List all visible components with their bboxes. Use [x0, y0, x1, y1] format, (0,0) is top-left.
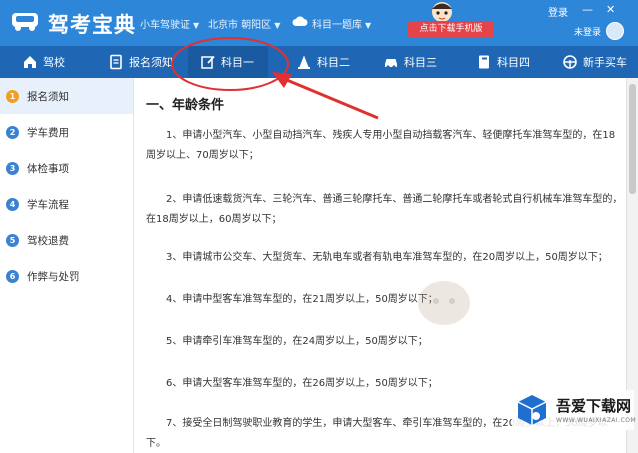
chevron-down-icon: ▼ — [365, 21, 372, 30]
sidebar-item-label: 学车费用 — [27, 126, 69, 139]
car-type-value: 小车驾驶证 — [140, 20, 190, 31]
nav-item-subject-four[interactable]: 科目四 — [476, 46, 530, 78]
nav-item-subject-one[interactable]: 科目一 — [188, 46, 268, 78]
book-icon — [476, 54, 492, 70]
sidebar-item-fees[interactable]: 2 学车费用 — [0, 114, 133, 150]
car-icon — [383, 54, 399, 70]
box-logo-icon — [517, 395, 547, 425]
sidebar-item-label: 作弊与处罚 — [27, 270, 80, 283]
nav-item-driving-school[interactable]: 驾校 — [22, 46, 65, 78]
cone-icon — [296, 54, 312, 70]
edit-icon — [200, 54, 216, 70]
watermark-mascot-icon — [418, 281, 470, 325]
article-paragraph: 2、申请低速载货汽车、三轮汽车、普通三轮摩托车、普通二轮摩托车或者轮式自行机械车… — [146, 194, 623, 225]
nav-item-label: 科目二 — [317, 56, 350, 69]
watermark-text: 吾爱下载网 — [556, 397, 632, 415]
minimize-icon[interactable]: — — [582, 3, 593, 16]
region-value: 北京市 朝阳区 — [208, 20, 272, 31]
nav-item-new-car[interactable]: 新手买车 — [562, 46, 627, 78]
cloud-icon — [292, 16, 308, 26]
sidebar: 1 报名须知 2 学车费用 3 体检事项 4 学车流程 5 驾校退费 6 作弊与… — [0, 78, 134, 453]
sidebar-item-cheating-penalty[interactable]: 6 作弊与处罚 — [0, 258, 133, 294]
sidebar-item-medical-exam[interactable]: 3 体检事项 — [0, 150, 133, 186]
user-name: 未登录 — [574, 28, 602, 38]
nav-item-label: 科目一 — [221, 56, 254, 69]
document-icon — [108, 54, 124, 70]
sidebar-item-number: 2 — [6, 125, 19, 139]
article-paragraph: 3、申请城市公交车、大型货车、无轨电车或者有轨电车准驾车型的，在20周岁以上，5… — [166, 252, 608, 263]
sidebar-item-label: 报名须知 — [27, 90, 69, 103]
sidebar-item-label: 驾校退费 — [27, 234, 69, 247]
close-icon[interactable]: ✕ — [606, 3, 615, 16]
sidebar-item-number: 1 — [6, 89, 19, 103]
sidebar-item-number: 4 — [6, 197, 19, 211]
sidebar-item-label: 学车流程 — [27, 198, 69, 211]
car-type-select[interactable]: 小车驾驶证 ▼ — [140, 16, 199, 31]
section-title: 一、年龄条件 — [146, 98, 225, 113]
region-select[interactable]: 北京市 朝阳区 ▼ — [208, 16, 280, 31]
app-brand: 驾考宝典 — [48, 13, 136, 37]
home-icon — [22, 54, 38, 70]
sidebar-item-number: 5 — [6, 233, 19, 247]
nav-item-label: 科目三 — [404, 56, 437, 69]
nav-item-label: 新手买车 — [583, 56, 627, 69]
app-header: 驾考宝典 小车驾驶证 ▼ 北京市 朝阳区 ▼ 科目一题库 ▼ 点击下载手机版 登录 —… — [0, 0, 638, 46]
sidebar-item-learning-process[interactable]: 4 学车流程 — [0, 186, 133, 222]
site-watermark: 吾爱下载网 WWW.WUAIXIAZAI.COM — [512, 390, 637, 430]
scrollbar-thumb[interactable] — [629, 84, 636, 194]
sidebar-item-label: 体检事项 — [27, 162, 69, 175]
avatar[interactable] — [606, 22, 624, 40]
main-nav: 驾校 报名须知 科目一 科目二 科目三 科目四 新手买车 — [0, 46, 638, 78]
sidebar-item-enrollment-notice[interactable]: 1 报名须知 — [0, 78, 133, 114]
login-link[interactable]: 登录 — [548, 4, 568, 19]
car-logo-icon — [12, 13, 38, 31]
article-paragraph: 1、申请小型汽车、小型自动挡汽车、残疾人专用小型自动挡载客汽车、轻便摩托车准驾车… — [146, 130, 616, 161]
sidebar-item-number: 3 — [6, 161, 19, 175]
download-app-button[interactable]: 点击下载手机版 — [408, 21, 494, 38]
nav-item-label: 报名须知 — [129, 56, 173, 69]
watermark-subtext: WWW.WUAIXIAZAI.COM — [556, 417, 637, 424]
exam-bank-select[interactable]: 科目一题库 ▼ — [312, 16, 371, 31]
article-paragraph: 4、申请中型客车准驾车型的，在21周岁以上，50周岁以下； — [166, 294, 438, 305]
article-paragraph: 5、申请牵引车准驾车型的，在24周岁以上，50周岁以下； — [166, 336, 428, 347]
steering-wheel-icon — [562, 54, 578, 70]
chevron-down-icon: ▼ — [193, 21, 200, 30]
nav-item-subject-three[interactable]: 科目三 — [383, 46, 437, 78]
nav-item-label: 驾校 — [43, 56, 65, 69]
nav-item-subject-two[interactable]: 科目二 — [296, 46, 350, 78]
nav-item-label: 科目四 — [497, 56, 530, 69]
chevron-down-icon: ▼ — [274, 21, 281, 30]
sidebar-item-refund[interactable]: 5 驾校退费 — [0, 222, 133, 258]
nav-item-enrollment-notice[interactable]: 报名须知 — [108, 46, 173, 78]
exam-bank-value: 科目一题库 — [312, 20, 362, 31]
sidebar-item-number: 6 — [6, 269, 19, 283]
